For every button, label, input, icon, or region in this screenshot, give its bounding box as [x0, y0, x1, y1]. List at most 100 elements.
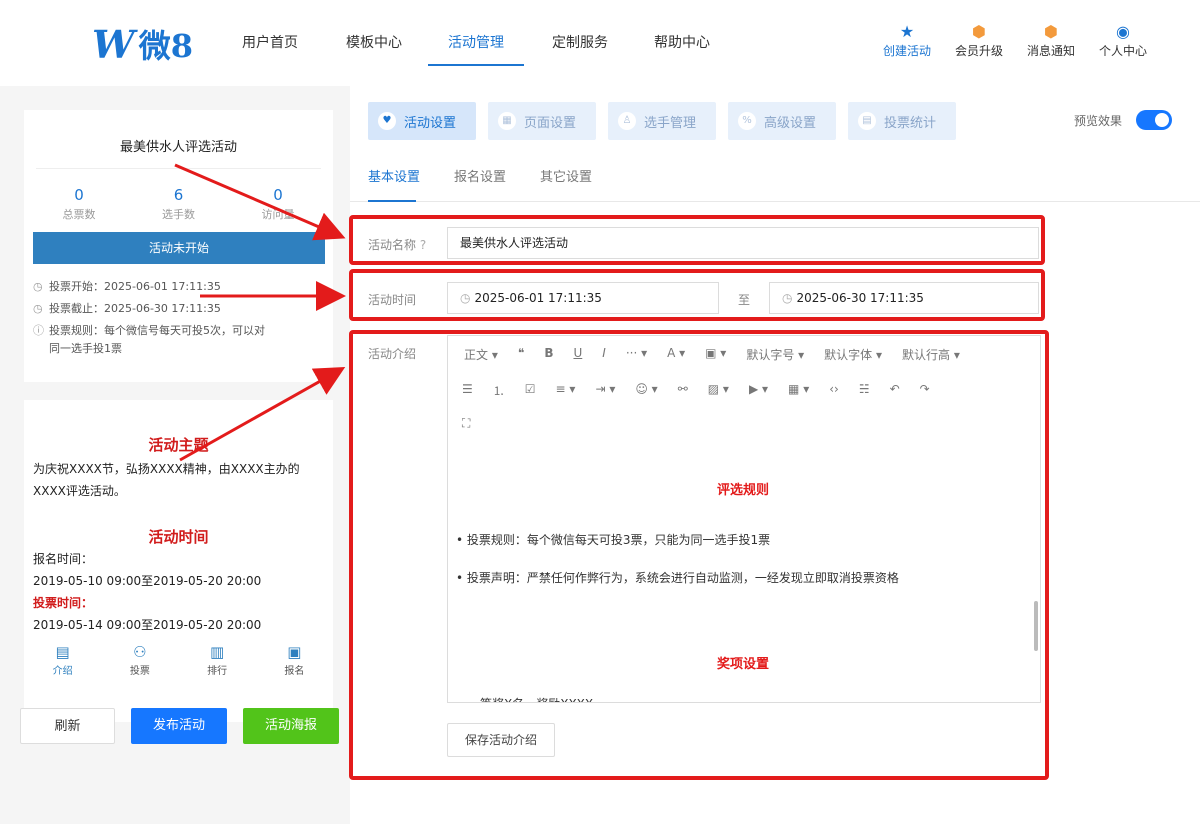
theme-text: 为庆祝XXXX节，弘扬XXXX精神，由XXXX主办的XXXX评选活动。 [33, 462, 300, 498]
preview-toggle[interactable] [1136, 110, 1172, 130]
info-icon: ⓘ [33, 324, 44, 337]
subtab-active-indicator [368, 200, 416, 202]
signup-range: 2019-05-10 09:00至2019-05-20 20:00 [33, 574, 262, 588]
tab-label: 高级设置 [764, 115, 817, 131]
vote-time-label: 投票时间： [33, 596, 94, 610]
activity-title: 最美供水人评选活动 [119, 140, 237, 155]
stats-row: 0 总票数 6 选手数 0 访问量 [24, 186, 333, 222]
vote-icon: ⚇ [133, 643, 147, 661]
logo-mark: W [92, 21, 135, 67]
personal-center-label: 个人中心 [1098, 44, 1147, 58]
stat-value: 0 [273, 186, 283, 204]
clock-icon: ◷ [33, 302, 43, 315]
create-activity-label: 创建活动 [882, 44, 931, 58]
header-actions: ★ 创建活动 ⬢ 会员升级 ⬢ 消息通知 ◉ 个人中心 [880, 22, 1150, 59]
activity-summary-card: 最美供水人评选活动 0 总票数 6 选手数 0 访问量 活动未开始 ◷ 投票开始：… [24, 110, 333, 382]
settings-tabs: ♥ 活动设置 ▦ 页面设置 ♙ 选手管理 % 高级设置 ▤ 投票统计 [368, 102, 956, 140]
create-activity-button[interactable]: ★ 创建活动 [880, 22, 934, 59]
tab-intro[interactable]: ▤ 介绍 [33, 636, 93, 684]
preview-toggle-group: 预览效果 [1074, 110, 1172, 130]
vote-start-text: 投票开始：2025-06-01 17:11:35 [49, 280, 221, 293]
bell-badge-icon: ⬢ [1044, 22, 1058, 41]
stat-value: 6 [173, 186, 184, 204]
vote-end-row: ◷ 投票截止：2025-06-30 17:11:35 [33, 298, 325, 320]
tab-vote[interactable]: ⚇ 投票 [110, 636, 170, 684]
subtab-other[interactable]: 其它设置 [540, 166, 592, 185]
stat-visits: 0 访问量 [243, 186, 313, 222]
nav-template-center[interactable]: 模板中心 [344, 0, 404, 86]
stat-total-votes: 0 总票数 [44, 186, 114, 222]
sub-tabs: 基本设置 报名设置 其它设置 [368, 166, 592, 185]
divider [36, 168, 321, 169]
stat-label: 访问量 [261, 208, 295, 221]
tab-label: 活动设置 [404, 115, 457, 131]
notifications-button[interactable]: ⬢ 消息通知 [1024, 22, 1078, 59]
tab-advanced-settings[interactable]: % 高级设置 [728, 102, 836, 140]
stat-value: 0 [74, 186, 84, 204]
vote-start-row: ◷ 投票开始：2025-06-01 17:11:35 [33, 276, 325, 298]
heart-icon: ♥ [378, 112, 396, 130]
logo-text: 微8 [138, 27, 193, 65]
member-upgrade-button[interactable]: ⬢ 会员升级 [952, 22, 1006, 59]
mobile-preview-panel: 最美供水人评选活动 0 总票数 6 选手数 0 访问量 活动未开始 ◷ 投票开始：… [0, 86, 350, 824]
nav-user-home[interactable]: 用户首页 [240, 0, 300, 86]
preview-actions: 刷新 发布活动 活动海报 [20, 708, 339, 744]
percent-icon: % [738, 112, 756, 130]
tab-page-settings[interactable]: ▦ 页面设置 [488, 102, 596, 140]
clock-icon: ◷ [33, 280, 43, 293]
vip-badge-icon: ⬢ [972, 22, 986, 41]
tab-vote-statistics[interactable]: ▤ 投票统计 [848, 102, 956, 140]
user-icon: ♙ [618, 112, 636, 130]
tab-intro-label: 介绍 [52, 666, 73, 677]
personal-center-button[interactable]: ◉ 个人中心 [1096, 22, 1150, 59]
time-heading: 活动时间 [148, 528, 209, 546]
star-icon: ★ [899, 22, 915, 41]
tab-vote-label: 投票 [129, 666, 150, 677]
stat-label: 总票数 [62, 208, 96, 221]
tab-label: 选手管理 [644, 115, 697, 131]
member-upgrade-label: 会员升级 [954, 44, 1003, 58]
vote-end-text: 投票截止：2025-06-30 17:11:35 [49, 302, 221, 315]
stat-contestants: 6 选手数 [144, 186, 214, 222]
tab-rank-label: 排行 [207, 666, 228, 677]
tab-signup[interactable]: ▣ 报名 [264, 636, 324, 684]
tab-signup-label: 报名 [284, 666, 305, 677]
top-header: W 微8 用户首页 模板中心 活动管理 定制服务 帮助中心 ★ 创建活动 ⬢ 会… [0, 0, 1200, 86]
refresh-button[interactable]: 刷新 [20, 708, 115, 744]
vote-info: ◷ 投票开始：2025-06-01 17:11:35 ◷ 投票截止：2025-06-… [33, 276, 325, 358]
notifications-label: 消息通知 [1026, 44, 1075, 58]
user-circle-icon: ◉ [1116, 22, 1130, 41]
preview-label: 预览效果 [1073, 113, 1122, 128]
publish-activity-button[interactable]: 发布活动 [131, 708, 227, 744]
highlight-box-time [349, 269, 1045, 321]
mobile-tabbar: ▤ 介绍 ⚇ 投票 ▥ 排行 ▣ 报名 [24, 636, 333, 684]
intro-icon: ▤ [55, 643, 70, 661]
signup-icon: ▣ [287, 643, 302, 661]
signup-label: 报名时间： [33, 552, 94, 566]
vote-time-range: 2019-05-14 09:00至2019-05-20 20:00 [33, 618, 262, 632]
nav-custom-service[interactable]: 定制服务 [550, 0, 610, 86]
activity-poster-button[interactable]: 活动海报 [243, 708, 339, 744]
subtab-signup[interactable]: 报名设置 [454, 166, 506, 185]
tab-contestant-manage[interactable]: ♙ 选手管理 [608, 102, 716, 140]
status-badge: 活动未开始 [33, 232, 325, 264]
vote-rule-row: ⓘ 投票规则：每个微信号每天可投5次，可以对同一选手投1票 [33, 320, 325, 358]
page: W 微8 用户首页 模板中心 活动管理 定制服务 帮助中心 ★ 创建活动 ⬢ 会… [0, 0, 1200, 824]
page-icon: ▦ [498, 112, 516, 130]
tab-rank[interactable]: ▥ 排行 [187, 636, 247, 684]
subtab-divider [350, 201, 1200, 202]
tab-activity-settings[interactable]: ♥ 活动设置 [368, 102, 476, 140]
chart-icon: ▤ [858, 112, 876, 130]
rank-icon: ▥ [210, 643, 225, 661]
subtab-basic[interactable]: 基本设置 [368, 166, 420, 185]
nav-activity-manage[interactable]: 活动管理 [428, 0, 524, 86]
theme-heading: 活动主题 [148, 436, 209, 454]
stat-label: 选手数 [162, 208, 195, 221]
tab-label: 投票统计 [884, 115, 937, 131]
nav-help-center[interactable]: 帮助中心 [652, 0, 712, 86]
highlight-box-intro [349, 330, 1049, 780]
highlight-box-name [349, 215, 1045, 265]
vote-rule-text: 投票规则：每个微信号每天可投5次，可以对同一选手投1票 [49, 324, 265, 355]
logo[interactable]: W 微8 [92, 21, 193, 67]
tab-label: 页面设置 [524, 115, 577, 131]
